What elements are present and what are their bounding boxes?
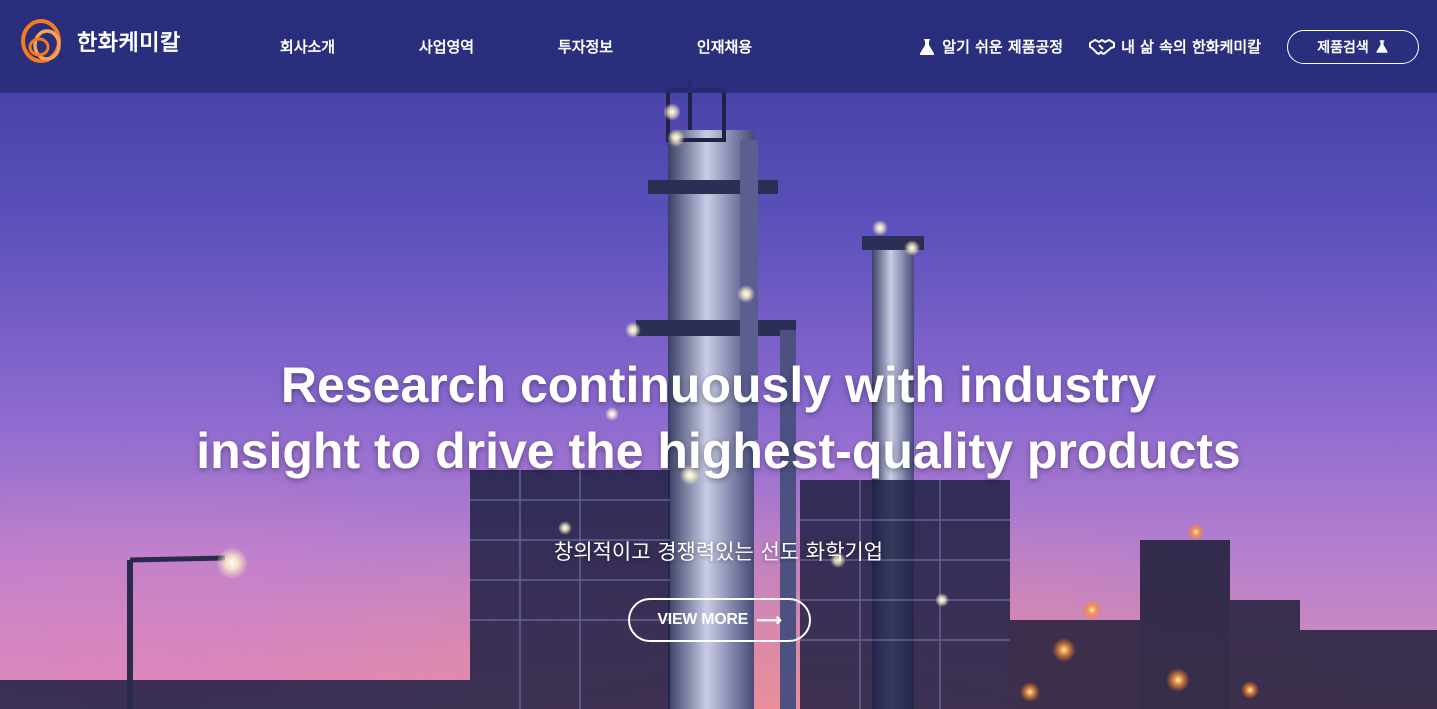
view-more-label: VIEW MORE [657,611,749,628]
product-process-label: 알기 쉬운 제품공정 [942,38,1064,56]
product-process-link[interactable]: 알기 쉬운 제품공정 [918,36,1063,57]
product-search-label: 제품검색 [1317,39,1369,56]
site-header: 한화케미칼 회사소개 사업영역 투자정보 인재채용 알기 쉬운 제품공정 내 삶… [0,0,1437,93]
flask-icon [1376,40,1388,53]
brand-name: 한화케미칼 [77,31,181,56]
handshake-icon [1089,38,1116,55]
hero-subheading: 창의적이고 경쟁력있는 선도 화학기업 [553,540,884,564]
hanwha-logo-icon [21,19,61,63]
arrow-right-icon: ⟶ [756,609,782,630]
view-more-button[interactable]: VIEW MORE ⟶ [628,598,811,642]
hanwha-in-life-link[interactable]: 내 삶 속의 한화케미칼 [1089,36,1261,57]
hero-headline: Research continuously with industry insi… [0,352,1437,484]
hero-headline-line-2: insight to drive the highest-quality pro… [196,423,1241,479]
hanwha-in-life-label: 내 삶 속의 한화케미칼 [1121,38,1261,56]
nav-item-company[interactable]: 회사소개 [238,36,377,57]
flask-icon [920,38,935,55]
nav-item-business[interactable]: 사업영역 [377,36,516,57]
brand-logo[interactable]: 한화케미칼 [19,17,181,65]
hero-headline-line-1: Research continuously with industry [280,357,1157,413]
main-navigation: 회사소개 사업영역 투자정보 인재채용 [238,0,794,93]
nav-item-investor[interactable]: 투자정보 [516,36,655,57]
product-search-button[interactable]: 제품검색 [1287,29,1419,64]
utility-links: 알기 쉬운 제품공정 내 삶 속의 한화케미칼 제품검색 [918,0,1419,93]
nav-item-careers[interactable]: 인재채용 [655,36,794,57]
